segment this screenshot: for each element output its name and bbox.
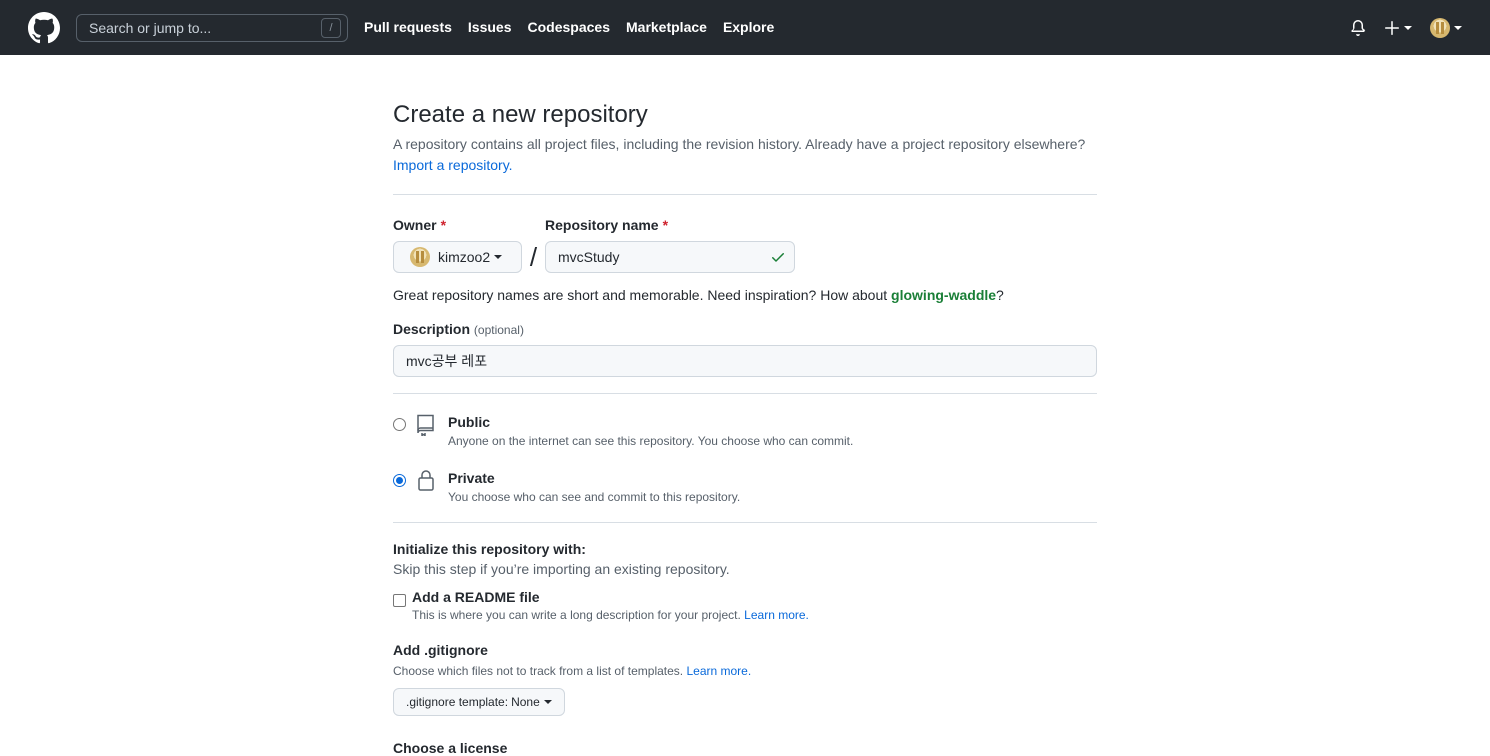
github-logo-icon[interactable] [28, 11, 60, 44]
lock-icon [418, 470, 434, 491]
global-header: Search or jump to... / Pull requests Iss… [0, 0, 1490, 55]
readme-checkbox[interactable] [393, 594, 406, 607]
owner-label-text: Owner [393, 217, 437, 233]
hint-text: Great repository names are short and mem… [393, 287, 888, 303]
repo-name-label: Repository name * [545, 217, 795, 233]
private-text: Private You choose who can see and commi… [448, 468, 740, 506]
nav-marketplace[interactable]: Marketplace [626, 0, 707, 55]
readme-label: Add a README file [412, 589, 540, 605]
gitignore-title: Add .gitignore [393, 642, 488, 658]
readme-desc-text: This is where you can write a long descr… [412, 608, 741, 622]
divider [393, 393, 1097, 394]
nav-issues[interactable]: Issues [468, 0, 512, 55]
public-title: Public [448, 414, 491, 430]
public-radio[interactable] [393, 418, 406, 431]
divider [393, 194, 1097, 195]
init-title: Initialize this repository with: [393, 541, 586, 557]
header-actions [1350, 0, 1462, 55]
description-label: Description (optional) [393, 321, 1097, 337]
page-title: Create a new repository [393, 101, 648, 128]
user-menu[interactable] [1430, 17, 1462, 38]
gitignore-desc-text: Choose which files not to track from a l… [393, 664, 684, 678]
visibility-public-option[interactable]: Public Anyone on the internet can see th… [393, 412, 1097, 450]
owner-repo-separator: / [529, 242, 538, 272]
bell-icon[interactable] [1350, 19, 1366, 36]
required-marker: * [662, 217, 669, 233]
readme-text: Add a README file This is where you can … [412, 589, 809, 622]
license-title: Choose a license [393, 740, 508, 756]
description-input[interactable]: mvc공부 레포 [393, 345, 1097, 377]
private-title: Private [448, 470, 495, 486]
owner-repo-row: Owner * kimzoo2 / Repository name * mvcStu… [393, 217, 1097, 273]
nav-pull-requests[interactable]: Pull requests [364, 0, 452, 55]
readme-option[interactable]: Add a README file This is where you can … [393, 589, 1097, 622]
hint-suffix: ? [996, 287, 1004, 303]
repo-name-hint: Great repository names are short and mem… [393, 287, 1097, 303]
init-desc: Skip this step if you’re importing an ex… [393, 561, 730, 577]
primary-nav: Pull requests Issues Codespaces Marketpl… [364, 0, 790, 55]
visibility-private-option[interactable]: Private You choose who can see and commi… [393, 468, 1097, 506]
gitignore-select-label: .gitignore template: [406, 695, 509, 709]
search-placeholder: Search or jump to... [89, 19, 212, 36]
search-shortcut-key: / [321, 17, 341, 38]
private-radio[interactable] [393, 474, 406, 487]
name-suggestion[interactable]: glowing-waddle [891, 287, 996, 303]
repo-name-field: Repository name * mvcStudy [545, 217, 795, 273]
repo-name-value: mvcStudy [558, 249, 620, 265]
owner-label: Owner * [393, 217, 522, 233]
create-new-menu[interactable] [1384, 20, 1412, 36]
new-repo-form: Create a new repository A repository con… [393, 55, 1097, 756]
required-marker: * [440, 217, 447, 233]
description-value: mvc공부 레포 [406, 353, 488, 369]
repo-name-input[interactable]: mvcStudy [545, 241, 795, 273]
repo-icon [417, 414, 434, 436]
description-label-text: Description [393, 321, 471, 337]
repo-label-text: Repository name [545, 217, 659, 233]
import-repository-link[interactable]: Import a repository. [393, 157, 513, 173]
plus-icon [1385, 20, 1399, 35]
chevron-down-icon [1454, 25, 1462, 30]
check-icon [772, 253, 784, 262]
readme-learn-more-link[interactable]: Learn more. [744, 608, 809, 622]
owner-select[interactable]: kimzoo2 [393, 241, 522, 273]
chevron-down-icon [1404, 25, 1412, 30]
nav-codespaces[interactable]: Codespaces [528, 0, 610, 55]
divider [393, 522, 1097, 523]
page-subtitle: A repository contains all project files,… [393, 134, 1097, 176]
subtitle-text: A repository contains all project files,… [393, 136, 1086, 152]
owner-field: Owner * kimzoo2 [393, 217, 522, 273]
nav-explore[interactable]: Explore [723, 0, 774, 55]
private-desc: You choose who can see and commit to thi… [448, 490, 741, 504]
gitignore-select[interactable]: .gitignore template: None [393, 688, 565, 716]
owner-value: kimzoo2 [438, 249, 491, 265]
public-text: Public Anyone on the internet can see th… [448, 412, 853, 450]
public-desc: Anyone on the internet can see this repo… [448, 434, 854, 448]
gitignore-desc: Choose which files not to track from a l… [393, 664, 1097, 678]
optional-tag: (optional) [473, 323, 524, 337]
owner-avatar [410, 247, 430, 267]
gitignore-learn-more-link[interactable]: Learn more. [686, 664, 751, 678]
chevron-down-icon [494, 255, 503, 259]
search-input[interactable]: Search or jump to... / [76, 13, 348, 42]
chevron-down-icon [543, 700, 552, 704]
gitignore-select-value: None [511, 695, 540, 709]
readme-desc: This is where you can write a long descr… [412, 608, 809, 622]
avatar [1430, 17, 1450, 38]
